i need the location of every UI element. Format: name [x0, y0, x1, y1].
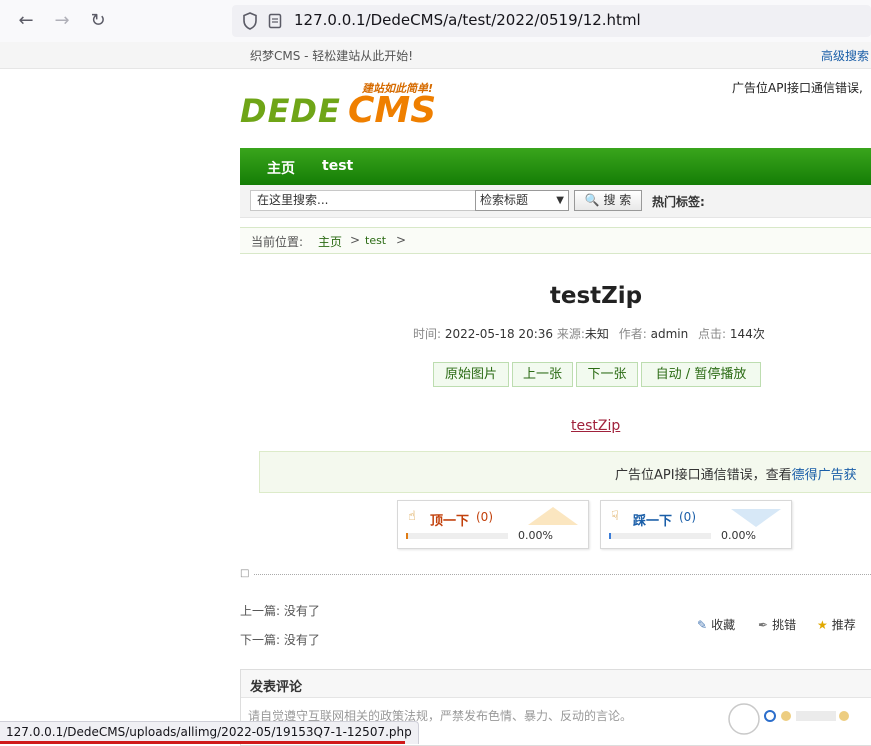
image-link[interactable]: testZip — [571, 418, 620, 434]
content-divider: □ — [240, 568, 871, 579]
site-topbar: 织梦CMS - 轻松建站从此开始! 高级搜索 — [0, 42, 871, 69]
url-text[interactable]: 127.0.0.1/DedeCMS/a/test/2022/0519/12.ht… — [294, 11, 641, 29]
reload-icon[interactable]: ↻ — [86, 9, 110, 33]
thumbs-up-icon: ☝ — [408, 509, 416, 524]
report-label: 挑错 — [772, 618, 797, 632]
search-bar: 在这里搜索... 检索标题 ▼ 🔍 搜 索 热门标签: — [240, 185, 871, 218]
author-label: 作者: — [618, 327, 647, 341]
autoplay-toggle-button[interactable]: 自动 / 暂停播放 — [641, 362, 761, 387]
nav-item-test[interactable]: test — [322, 158, 353, 174]
favorite-icon: ✎ — [697, 618, 708, 632]
breadcrumb-separator: > — [350, 233, 361, 247]
vote-up-bar — [406, 533, 508, 539]
vote-up-label: 顶一下 — [430, 514, 470, 529]
next-image-button[interactable]: 下一张 — [576, 362, 638, 387]
recommend-label: 推荐 — [831, 618, 856, 632]
ad-link[interactable]: 德得广告获 — [792, 468, 857, 483]
favorite-action[interactable]: ✎ 收藏 — [697, 616, 735, 633]
breadcrumb-test-link[interactable]: test — [365, 234, 386, 247]
vote-up-box[interactable]: ☝ 顶一下 (0) 0.00% — [397, 500, 589, 549]
advanced-search-link[interactable]: 高级搜索 — [821, 47, 869, 64]
vote-up-percent: 0.00% — [518, 529, 553, 542]
search-button[interactable]: 🔍 搜 索 — [574, 190, 642, 211]
article-meta: 时间: 2022-05-18 20:36 来源:未知 作者: admin 点击:… — [413, 325, 765, 342]
article-title: testZip — [549, 283, 643, 309]
search-button-label: 搜 索 — [603, 193, 632, 207]
logo-cms: CMS — [348, 90, 437, 131]
hot-tags-label: 热门标签: — [652, 195, 705, 209]
page-info-icon[interactable] — [268, 13, 282, 32]
comment-header-title: 发表评论 — [250, 680, 303, 695]
header-ad-error: 广告位API接口通信错误, — [732, 81, 863, 95]
breadcrumb-home-link[interactable]: 主页 — [318, 233, 342, 250]
logo-dede: DEDE — [240, 92, 341, 130]
breadcrumb-prefix: 当前位置: — [251, 235, 304, 249]
nav-item-home[interactable]: 主页 — [267, 158, 295, 178]
article-author: admin — [650, 327, 689, 341]
next-article[interactable]: 下一篇: 没有了 — [240, 631, 320, 648]
prev-image-button[interactable]: 上一张 — [512, 362, 573, 387]
star-icon: ★ — [817, 618, 828, 632]
ad-box: 广告位API接口通信错误，查看德得广告获 — [259, 451, 871, 493]
site-logo[interactable]: 建站如此简单! DEDE CMS — [240, 80, 456, 136]
forward-arrow-icon[interactable]: → — [50, 9, 74, 33]
vote-down-bar — [609, 533, 711, 539]
vote-down-count: (0) — [679, 510, 696, 524]
browser-toolbar: ← → ↻ 127.0.0.1/DedeCMS/a/test/2022/0519… — [0, 0, 871, 43]
breadcrumb-separator: > — [396, 233, 407, 247]
chevron-down-icon: ▼ — [556, 195, 564, 206]
prev-article[interactable]: 上一篇: 没有了 — [240, 602, 320, 619]
page-icon: □ — [240, 568, 250, 579]
vote-up-arrow-icon — [528, 507, 578, 525]
article-source: 未知 — [584, 327, 609, 341]
search-type-value: 检索标题 — [480, 193, 529, 207]
search-input[interactable]: 在这里搜索... — [250, 190, 476, 211]
site-slogan: 织梦CMS - 轻松建站从此开始! — [250, 49, 414, 63]
article-clicks: 144次 — [729, 327, 765, 341]
address-bar[interactable]: 127.0.0.1/DedeCMS/a/test/2022/0519/12.ht… — [232, 5, 871, 37]
clicks-label: 点击: — [698, 327, 727, 341]
ad-error-text: 广告位API接口通信错误，查看 — [615, 468, 792, 483]
vote-down-percent: 0.00% — [721, 529, 756, 542]
article-time: 2022-05-18 20:36 — [444, 327, 554, 341]
status-url: 127.0.0.1/DedeCMS/uploads/allimg/2022-05… — [6, 725, 412, 739]
report-error-action[interactable]: ✒ 挑错 — [758, 616, 796, 633]
ad-box-text: 广告位API接口通信错误，查看德得广告获 — [615, 464, 857, 483]
favorite-label: 收藏 — [711, 618, 736, 632]
time-label: 时间: — [413, 327, 442, 341]
magnifier-icon: 🔍 — [584, 193, 600, 207]
recommend-action[interactable]: ★ 推荐 — [817, 616, 856, 633]
search-type-select[interactable]: 检索标题 ▼ — [475, 190, 569, 211]
comment-header: 发表评论 — [241, 670, 871, 698]
vote-down-arrow-icon — [731, 509, 781, 527]
vote-down-box[interactable]: ☟ 踩一下 (0) 0.00% — [600, 500, 792, 549]
shield-icon[interactable] — [242, 12, 258, 33]
source-label: 来源: — [556, 327, 585, 341]
main-nav: 主页 test — [240, 148, 871, 185]
pen-icon: ✒ — [758, 618, 769, 632]
back-arrow-icon[interactable]: ← — [14, 9, 38, 33]
dotted-line — [254, 574, 871, 575]
breadcrumb: 当前位置: 主页 > test > — [240, 227, 871, 254]
thumbs-down-icon: ☟ — [611, 509, 619, 524]
vote-up-count: (0) — [476, 510, 493, 524]
original-image-button[interactable]: 原始图片 — [433, 362, 509, 387]
watermark-logo-icon — [728, 703, 849, 735]
vote-down-label: 踩一下 — [633, 514, 673, 529]
